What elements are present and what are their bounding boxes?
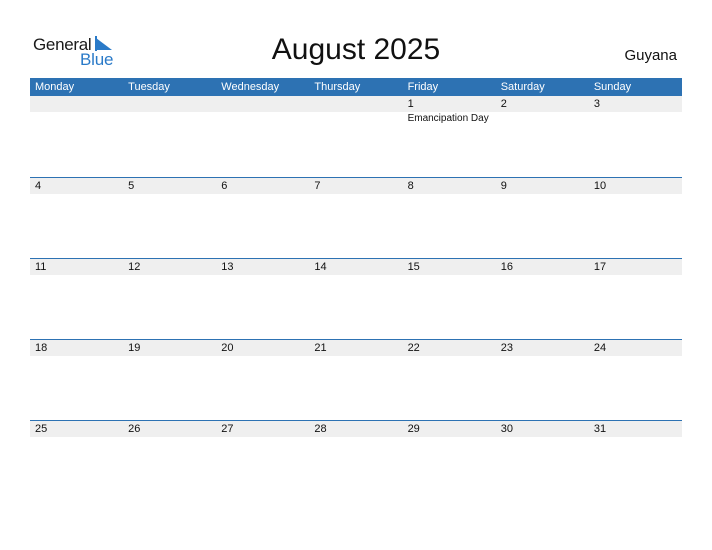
holiday-label	[216, 275, 309, 276]
day-number: 26	[128, 423, 141, 435]
day-number: 28	[314, 423, 327, 435]
day-number: 6	[221, 180, 228, 192]
day-number: 29	[407, 423, 420, 435]
holiday-label	[403, 356, 496, 357]
events-row	[30, 437, 682, 438]
calendar-grid: Monday Tuesday Wednesday Thursday Friday…	[30, 78, 682, 501]
day-number: 23	[500, 342, 513, 354]
weeks-container: 1 2 3 Emancipation Day 4 5 6 7 8 9 10 11 12 13 14 15 16 1…	[30, 96, 682, 501]
holiday-label	[496, 112, 589, 124]
events-row	[30, 194, 682, 195]
date-strip: 1 2 3	[30, 96, 682, 112]
week-row: 1 2 3 Emancipation Day	[30, 96, 682, 177]
day-number	[309, 96, 402, 112]
holiday-label	[30, 275, 123, 276]
holiday-label	[496, 356, 589, 357]
day-number: 15	[407, 261, 420, 273]
events-row	[30, 356, 682, 357]
holiday-label	[309, 194, 402, 195]
holiday-label	[403, 275, 496, 276]
day-number: 19	[128, 342, 141, 354]
holiday-label	[30, 356, 123, 357]
day-number: 12	[128, 261, 141, 273]
weekday-wednesday: Wednesday	[221, 81, 280, 93]
day-number: 9	[500, 180, 507, 192]
day-number: 30	[500, 423, 513, 435]
holiday-label	[589, 356, 682, 357]
holiday-label	[216, 112, 309, 124]
day-number: 21	[314, 342, 327, 354]
weekday-sunday: Sunday	[593, 81, 632, 93]
weekday-tuesday: Tuesday	[128, 81, 170, 93]
day-number: 4	[35, 180, 42, 192]
holiday-label	[403, 437, 496, 438]
week-row: 11 12 13 14 15 16 17	[30, 258, 682, 339]
holiday-label	[30, 112, 123, 124]
day-number: 5	[128, 180, 135, 192]
day-number: 24	[593, 342, 607, 354]
weekday-friday: Friday	[407, 81, 439, 93]
holiday-label	[589, 437, 682, 438]
day-number: 2	[500, 98, 507, 110]
weekday-header: Monday Tuesday Wednesday Thursday Friday…	[30, 78, 682, 96]
day-number: 7	[314, 180, 321, 192]
holiday-label	[30, 194, 123, 195]
holiday-label	[309, 356, 402, 357]
holiday-label	[403, 194, 496, 195]
weekday-thursday: Thursday	[314, 81, 361, 93]
day-number: 31	[593, 423, 607, 435]
day-number: 17	[593, 261, 607, 273]
holiday-label	[496, 275, 589, 276]
holiday-label	[589, 275, 682, 276]
day-number: 25	[35, 423, 48, 435]
week-row: 25 26 27 28 29 30 31	[30, 420, 682, 501]
day-number: 14	[314, 261, 327, 273]
week-row: 4 5 6 7 8 9 10	[30, 177, 682, 258]
date-strip: 11 12 13 14 15 16 17	[30, 259, 682, 275]
weekday-saturday: Saturday	[500, 81, 545, 93]
date-strip: 4 5 6 7 8 9 10	[30, 178, 682, 194]
day-number: 20	[221, 342, 234, 354]
holiday-label	[496, 194, 589, 195]
holiday-label	[123, 112, 216, 124]
holiday-label	[123, 194, 216, 195]
holiday-label	[589, 194, 682, 195]
holiday-label	[496, 437, 589, 438]
day-number: 22	[407, 342, 420, 354]
day-number: 10	[593, 180, 607, 192]
holiday-label	[309, 437, 402, 438]
day-number: 3	[593, 98, 600, 110]
day-number: 11	[35, 261, 47, 273]
week-row: 18 19 20 21 22 23 24	[30, 339, 682, 420]
day-number: 16	[500, 261, 513, 273]
holiday-label	[309, 275, 402, 276]
date-strip: 25 26 27 28 29 30 31	[30, 421, 682, 437]
holiday-label	[123, 275, 216, 276]
day-number: 8	[407, 180, 414, 192]
holiday-label	[30, 437, 123, 438]
holiday-label: Emancipation Day	[407, 113, 489, 124]
holiday-label	[216, 437, 309, 438]
holiday-label	[309, 112, 402, 124]
holiday-label	[123, 356, 216, 357]
holiday-label	[123, 437, 216, 438]
day-number: 13	[221, 261, 234, 273]
day-number: 27	[221, 423, 234, 435]
day-number: 1	[407, 98, 414, 110]
country-label: Guyana	[624, 47, 677, 64]
day-number	[216, 96, 309, 112]
date-strip: 18 19 20 21 22 23 24	[30, 340, 682, 356]
calendar-title: August 2025	[271, 33, 441, 66]
day-number	[123, 96, 216, 112]
events-row	[30, 275, 682, 276]
day-number	[30, 96, 123, 112]
weekday-monday: Monday	[35, 81, 75, 93]
holiday-label	[216, 356, 309, 357]
events-row: Emancipation Day	[30, 112, 682, 124]
holiday-label	[216, 194, 309, 195]
day-number: 18	[35, 342, 48, 354]
holiday-label	[589, 112, 682, 124]
